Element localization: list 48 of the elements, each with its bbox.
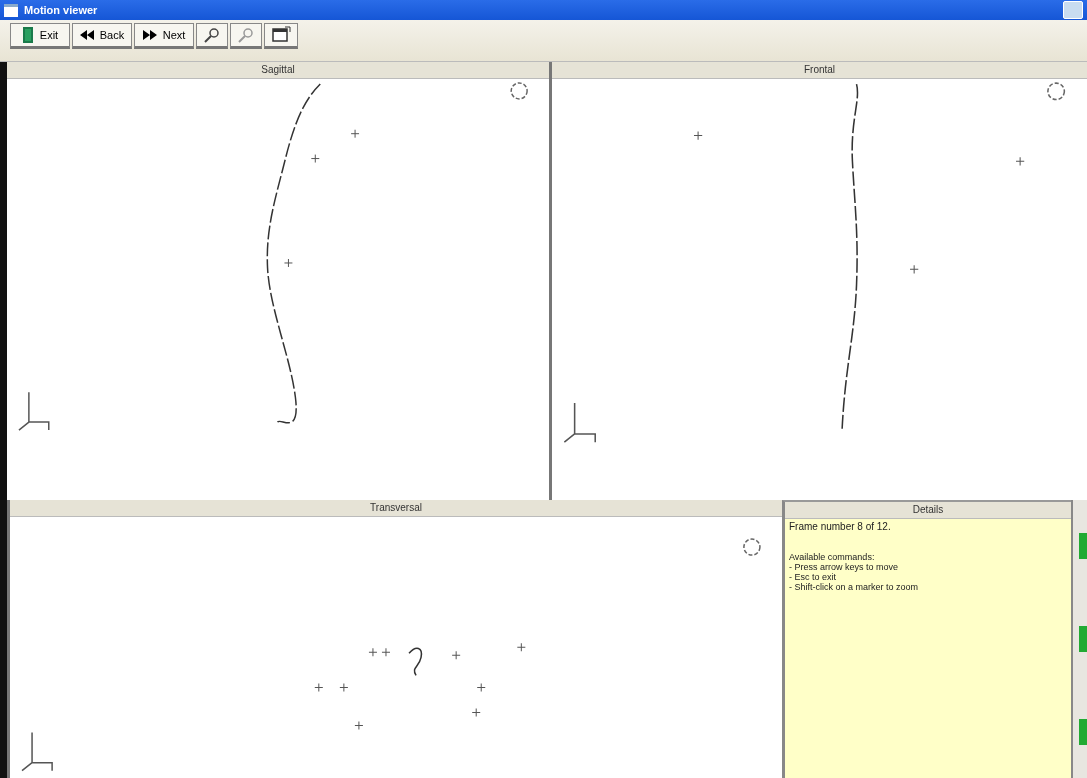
rotate-icon (1047, 82, 1066, 101)
zoom-out-button[interactable] (230, 23, 262, 49)
next-button[interactable]: Next (134, 23, 194, 49)
marker-icon (339, 682, 349, 692)
axes-icon (21, 731, 53, 772)
marker-cluster-drawing (408, 647, 423, 677)
status-light-icon (1079, 533, 1087, 560)
app-icon (4, 3, 18, 17)
marker-icon (451, 650, 461, 660)
details-text: - Esc to exit (789, 572, 837, 582)
axes-icon (18, 391, 50, 431)
marker-icon (350, 129, 360, 139)
window-title: Motion viewer (24, 4, 99, 16)
details-title: Details (785, 502, 1071, 519)
rotate-icon (743, 538, 761, 556)
marker-icon (368, 647, 378, 657)
window-icon (271, 26, 291, 44)
door-icon (21, 26, 34, 44)
rewind-icon (79, 30, 94, 40)
rotate-icon (510, 82, 528, 100)
marker-icon (314, 682, 324, 692)
forward-icon (142, 30, 157, 40)
marker-icon (381, 647, 391, 657)
marker-icon (471, 708, 481, 717)
marker-icon (1015, 156, 1025, 166)
details-text: - Shift-click on a marker to zoom (789, 582, 920, 592)
marker-icon (476, 682, 486, 692)
exit-button[interactable]: Exit (10, 23, 70, 49)
marker-icon (354, 721, 364, 731)
view-button[interactable] (264, 23, 298, 49)
marker-icon (909, 264, 919, 274)
marker-icon (516, 642, 526, 652)
status-light-icon (1079, 718, 1087, 745)
view-title: Transversal (10, 500, 782, 517)
magnifier-icon (237, 26, 255, 44)
axes-icon (563, 402, 596, 443)
details-text: Frame number 8 of 12. (789, 522, 892, 532)
marker-icon (693, 130, 703, 141)
view-title: Sagittal (7, 62, 549, 79)
zoom-in-button[interactable] (196, 23, 228, 49)
details-text: Available commands: (789, 552, 876, 562)
details-text: - Press arrow keys to move (789, 562, 900, 572)
marker-icon (283, 258, 293, 268)
status-light-icon (1079, 626, 1087, 652)
view-title: Frontal (552, 62, 1087, 79)
magnifier-icon (203, 26, 221, 44)
back-button[interactable]: Back (72, 23, 132, 49)
marker-icon (310, 154, 320, 164)
